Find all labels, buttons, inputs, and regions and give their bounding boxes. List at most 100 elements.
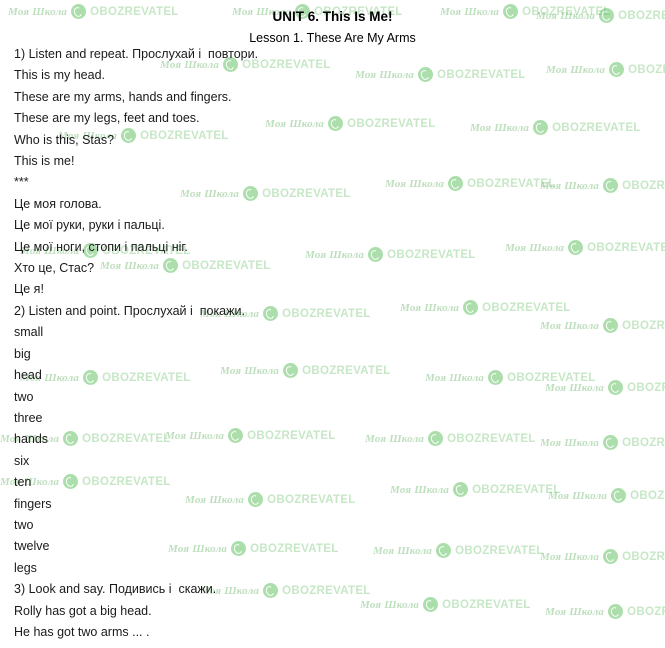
watermark-brand-text: OBOZREVATEL [552,121,641,134]
watermark-brand-text: OBOZREVATEL [627,381,665,394]
watermark-brand-text: OBOZREVATEL [442,598,531,611]
text-line: These are my legs, feet and toes. [14,111,200,126]
watermark-brand-text: OBOZREVATEL [507,371,596,384]
watermark: Моя Школа OBOZREVATEL [360,597,531,612]
watermark-brand-text: OBOZREVATEL [455,544,544,557]
watermark-school-text: Моя Школа [546,63,606,76]
watermark: Моя Школа OBOZREVATEL [546,62,665,77]
globe-icon [608,380,624,395]
text-line: *** [14,175,29,190]
watermark-brand-text: OBOZREVATEL [628,63,665,76]
watermark-school-text: Моя Школа [390,483,450,496]
watermark-brand-text: OBOZREVATEL [387,248,476,261]
globe-icon [423,597,439,612]
globe-icon [611,488,627,503]
document-page: UNIT 6. This Is Me! Lesson 1. These Are … [0,0,665,639]
watermark-school-text: Моя Школа [540,319,600,332]
text-line: two [14,389,34,404]
globe-icon [448,176,464,191]
text-line: These are my arms, hands and fingers. [14,89,232,104]
text-line: big [14,346,31,361]
watermark-school-text: Моя Школа [425,371,485,384]
watermark-school-text: Моя Школа [545,605,605,618]
watermark-school-text: Моя Школа [505,241,565,254]
watermark-brand-text: OBOZREVATEL [622,436,665,449]
watermark-brand-text: OBOZREVATEL [447,432,536,445]
watermark: Моя Школа OBOZREVATEL [540,435,665,450]
watermark-brand-text: OBOZREVATEL [482,301,571,314]
text-line: fingers [14,496,52,511]
watermark-brand-text: OBOZREVATEL [347,117,436,130]
globe-icon [568,240,584,255]
watermark: Моя Школа OBOZREVATEL [355,67,526,82]
text-line: He has got two arms ... . [14,624,150,639]
watermark-school-text: Моя Школа [540,550,600,563]
text-line: Це я! [14,282,44,297]
globe-icon [453,482,469,497]
watermark-school-text: Моя Школа [545,381,605,394]
watermark: Моя Школа OBOZREVATEL [425,370,596,385]
text-line: head [14,368,42,383]
watermark: Моя Школа OBOZREVATEL [540,318,665,333]
watermark-school-text: Моя Школа [470,121,530,134]
watermark-school-text: Моя Школа [360,598,420,611]
watermark: Моя Школа OBOZREVATEL [545,380,665,395]
watermark-school-text: Моя Школа [400,301,460,314]
watermark-brand-text: OBOZREVATEL [622,179,665,192]
unit-title: UNIT 6. This Is Me! [272,9,393,24]
watermark: Моя Школа OBOZREVATEL [400,300,571,315]
globe-icon [488,370,504,385]
watermark-brand-text: OBOZREVATEL [467,177,556,190]
watermark: Моя Школа OBOZREVATEL [505,240,665,255]
watermark-brand-text: OBOZREVATEL [472,483,561,496]
watermark-brand-text: OBOZREVATEL [622,319,665,332]
watermark-school-text: Моя Школа [373,544,433,557]
watermark: Моя Школа OBOZREVATEL [373,543,544,558]
watermark-school-text: Моя Школа [540,436,600,449]
watermark: Моя Школа OBOZREVATEL [540,549,665,564]
text-line: Це мої руки, руки і пальці. [14,218,165,233]
globe-icon [533,120,549,135]
globe-icon [609,62,625,77]
text-line: six [14,453,30,468]
watermark-school-text: Моя Школа [548,489,608,502]
globe-icon [603,435,619,450]
text-line: 2) Listen and point. Прослухай і покажи. [14,303,245,318]
text-line: Це моя голова. [14,196,102,211]
watermark: Моя Школа OBOZREVATEL [540,178,665,193]
watermark-school-text: Моя Школа [385,177,445,190]
watermark-school-text: Моя Школа [365,432,425,445]
text-line: Who is this, Stas? [14,132,115,147]
watermark-brand-text: OBOZREVATEL [587,241,665,254]
text-line: two [14,517,34,532]
watermark: Моя Школа OBOZREVATEL [545,604,665,619]
text-line: Хто це, Стас? [14,261,95,276]
text-line: small [14,325,44,340]
text-line: 3) Look and say. Подивись і скажи. [14,582,217,597]
text-line: Rolly has got a big head. [14,603,152,618]
watermark: Моя Школа OBOZREVATEL [390,482,561,497]
globe-icon [603,178,619,193]
globe-icon [418,67,434,82]
text-line: This is my head. [14,68,106,83]
text-line: three [14,410,43,425]
watermark: Моя Школа OBOZREVATEL [548,488,665,503]
watermark: Моя Школа OBOZREVATEL [385,176,556,191]
watermark-school-text: Моя Школа [540,179,600,192]
watermark: Моя Школа OBOZREVATEL [470,120,641,135]
text-line: hands [14,432,49,447]
globe-icon [608,604,624,619]
text-line: Це мої ноги, стопи і пальці ніг. [14,239,188,254]
globe-icon [603,318,619,333]
text-line: legs [14,560,37,575]
watermark-brand-text: OBOZREVATEL [627,605,665,618]
text-line: 1) Listen and repeat. Прослухай і повтор… [14,47,259,61]
watermark: Моя Школа OBOZREVATEL [365,431,536,446]
watermark-school-text: Моя Школа [355,68,415,81]
text-line: twelve [14,539,50,554]
globe-icon [368,247,384,262]
globe-icon [463,300,479,315]
text-line: This is me! [14,154,75,169]
text-line: ten [14,475,32,490]
watermark-brand-text: OBOZREVATEL [630,489,665,502]
